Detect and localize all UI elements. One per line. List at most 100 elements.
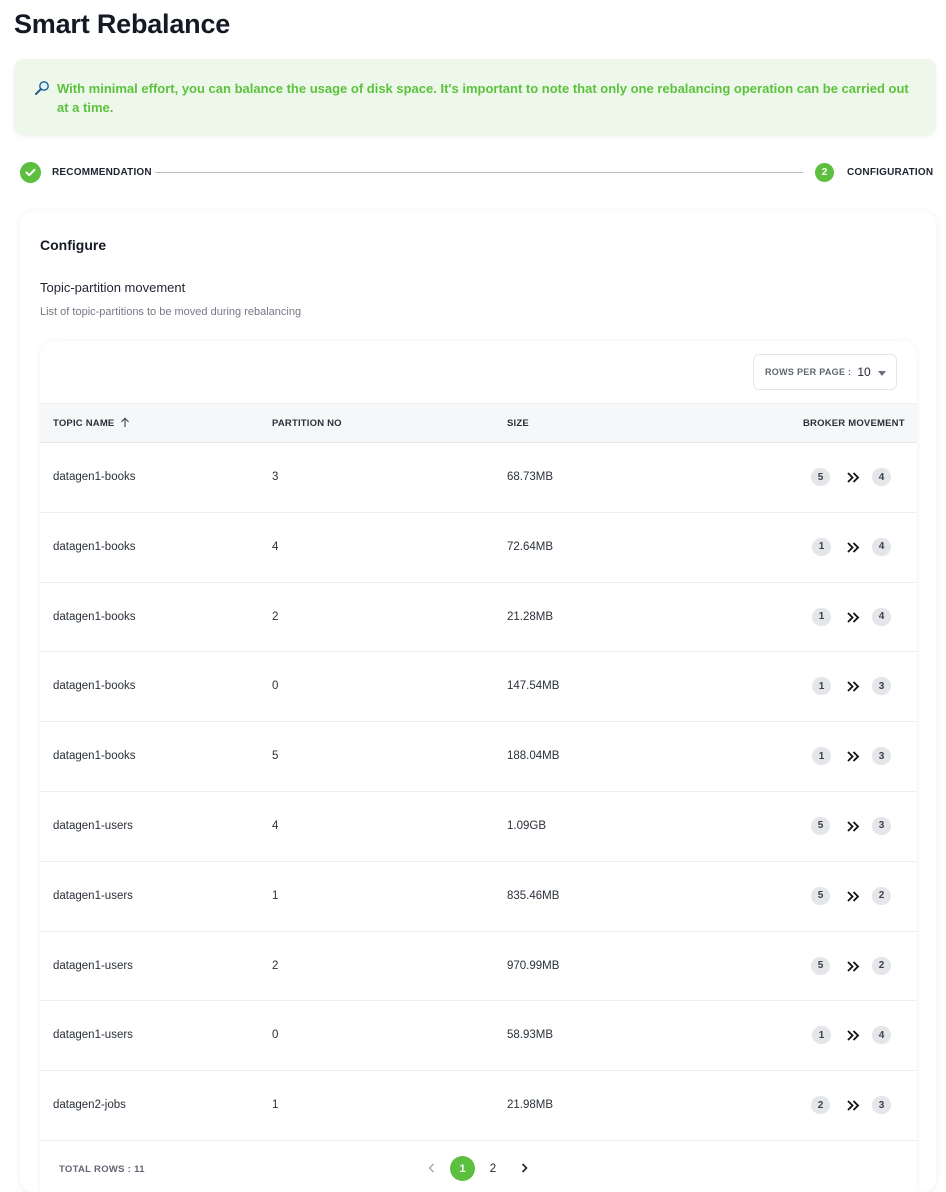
source-broker-badge: 5 — [811, 816, 830, 835]
source-broker-badge: 5 — [811, 886, 830, 905]
cell-topic-name: datagen1-users — [53, 889, 133, 902]
cell-topic-name: datagen1-users — [53, 819, 133, 832]
source-broker-badge: 5 — [811, 468, 830, 486]
cell-size: 835.46MB — [507, 889, 560, 902]
target-broker-badge: 4 — [872, 468, 891, 486]
target-broker-badge: 3 — [872, 677, 891, 696]
caret-down-icon — [878, 371, 886, 376]
info-banner: With minimal effort, you can balance the… — [14, 59, 936, 135]
chevron-right-icon[interactable] — [519, 1162, 529, 1174]
target-broker-badge: 2 — [872, 886, 891, 905]
source-broker-badge: 1 — [812, 1026, 831, 1045]
cell-partition-no: 1 — [272, 1099, 279, 1112]
table-row: datagen1-books 0 147.54MB 1 3 — [40, 652, 917, 723]
cell-topic-name: datagen1-books — [53, 471, 136, 483]
source-broker-badge: 1 — [812, 747, 831, 766]
magnifier-icon — [35, 81, 49, 95]
target-broker-badge: 3 — [872, 747, 891, 766]
page-button-1[interactable]: 1 — [450, 1156, 475, 1181]
cell-size: 21.98MB — [507, 1099, 554, 1112]
source-broker-badge: 1 — [812, 607, 831, 626]
cell-size: 21.28MB — [507, 610, 554, 623]
check-icon — [25, 168, 36, 177]
column-header-broker-movement[interactable]: BROKER MOVEMENT — [803, 418, 905, 429]
cell-partition-no: 5 — [272, 750, 279, 763]
double-chevron-right-icon — [847, 1030, 860, 1042]
table-row: datagen1-users 2 970.99MB 5 2 — [40, 932, 917, 1002]
double-chevron-right-icon — [847, 891, 860, 902]
cell-partition-no: 1 — [272, 889, 279, 902]
total-rows-label: TOTAL ROWS : 11 — [59, 1164, 145, 1175]
column-header-size[interactable]: SIZE — [507, 418, 529, 429]
step-recommendation-indicator[interactable] — [20, 162, 41, 183]
arrow-up-icon[interactable] — [120, 417, 130, 428]
double-chevron-right-icon — [847, 611, 860, 623]
rows-per-page-value: 10 — [857, 365, 871, 379]
page-title: Smart Rebalance — [14, 9, 231, 39]
rows-per-page-select[interactable]: ROWS PER PAGE : 10 — [753, 354, 897, 390]
cell-topic-name: datagen1-users — [53, 959, 133, 972]
cell-topic-name: datagen2-jobs — [53, 1099, 126, 1112]
double-chevron-right-icon — [847, 1100, 860, 1111]
chevron-left-icon[interactable] — [427, 1162, 437, 1174]
cell-size: 58.93MB — [507, 1029, 554, 1042]
page-button-2[interactable]: 2 — [484, 1156, 502, 1181]
cell-partition-no: 4 — [272, 540, 279, 553]
table-row: datagen1-books 4 72.64MB 1 4 — [40, 513, 917, 583]
card-title: Configure — [40, 237, 107, 253]
source-broker-badge: 1 — [812, 677, 831, 696]
double-chevron-right-icon — [847, 821, 860, 832]
double-chevron-right-icon — [847, 542, 860, 553]
table-row: datagen1-users 1 835.46MB 5 2 — [40, 862, 917, 932]
rows-per-page-label: ROWS PER PAGE : — [765, 367, 852, 377]
cell-topic-name: datagen1-books — [53, 610, 136, 623]
cell-size: 68.73MB — [507, 471, 554, 483]
section-subtitle: List of topic-partitions to be moved dur… — [40, 306, 302, 318]
cell-topic-name: datagen1-users — [53, 1029, 133, 1042]
source-broker-badge: 5 — [811, 956, 830, 975]
cell-size: 970.99MB — [507, 959, 560, 972]
double-chevron-right-icon — [847, 681, 860, 693]
banner-text: With minimal effort, you can balance the… — [57, 81, 909, 115]
double-chevron-right-icon — [847, 472, 860, 483]
cell-size: 147.54MB — [507, 680, 560, 693]
source-broker-badge: 1 — [812, 537, 831, 556]
target-broker-badge: 3 — [872, 1096, 891, 1115]
double-chevron-right-icon — [847, 960, 860, 972]
cell-partition-no: 2 — [272, 610, 279, 623]
target-broker-badge: 2 — [872, 956, 891, 975]
step-configuration-label: CONFIGURATION — [847, 167, 934, 178]
table-row: datagen1-users 4 1.09GB 5 3 — [40, 792, 917, 862]
step-connector — [155, 172, 803, 173]
cell-topic-name: datagen1-books — [53, 540, 136, 553]
step-recommendation-label[interactable]: RECOMMENDATION — [52, 167, 152, 178]
stepper: RECOMMENDATION 2 CONFIGURATION — [20, 162, 934, 184]
cell-partition-no: 0 — [272, 680, 279, 693]
column-header-partition-no[interactable]: PARTITION NO — [272, 418, 342, 429]
partition-table: ROWS PER PAGE : 10 TOPIC NAME PARTITION … — [40, 341, 917, 1192]
double-chevron-right-icon — [847, 751, 860, 762]
step-configuration-indicator: 2 — [815, 163, 834, 182]
target-broker-badge: 4 — [872, 537, 891, 556]
table-footer: TOTAL ROWS : 11 1 2 — [40, 1143, 917, 1192]
table-body: datagen1-books 3 68.73MB 5 4 datagen1-bo… — [40, 443, 917, 1141]
cell-partition-no: 3 — [272, 471, 279, 483]
target-broker-badge: 3 — [872, 816, 891, 835]
table-row: datagen1-users 0 58.93MB 1 4 — [40, 1001, 917, 1072]
target-broker-badge: 4 — [872, 1026, 891, 1045]
table-row: datagen1-books 2 21.28MB 1 4 — [40, 583, 917, 653]
cell-topic-name: datagen1-books — [53, 680, 136, 693]
section-title: Topic-partition movement — [40, 280, 186, 295]
configure-card: Configure Topic-partition movement List … — [20, 211, 936, 1192]
cell-partition-no: 2 — [272, 959, 279, 972]
target-broker-badge: 4 — [872, 607, 891, 626]
source-broker-badge: 2 — [811, 1096, 830, 1115]
column-header-topic-name[interactable]: TOPIC NAME — [53, 418, 114, 429]
cell-size: 1.09GB — [507, 819, 546, 832]
table-row: datagen1-books 3 68.73MB 5 4 — [40, 443, 917, 513]
table-row: datagen2-jobs 1 21.98MB 2 3 — [40, 1071, 917, 1141]
cell-partition-no: 0 — [272, 1029, 279, 1042]
cell-size: 188.04MB — [507, 750, 560, 763]
cell-topic-name: datagen1-books — [53, 750, 136, 763]
table-header: TOPIC NAME PARTITION NO SIZE BROKER MOVE… — [40, 403, 917, 443]
